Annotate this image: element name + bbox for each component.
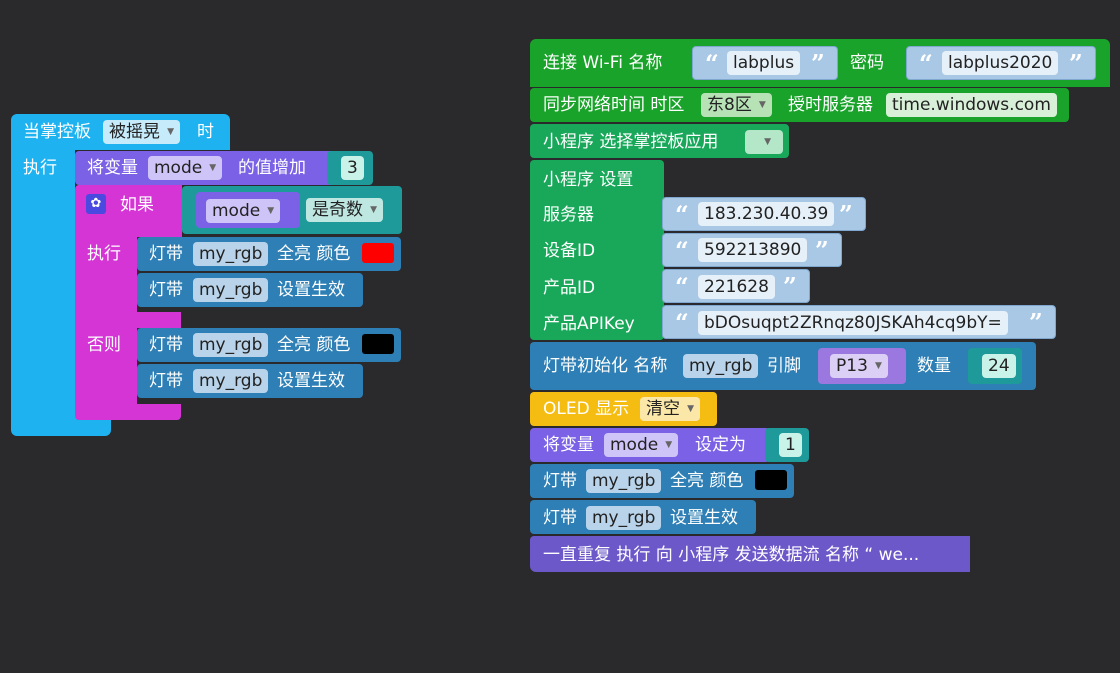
count-label: 数量 (917, 356, 951, 376)
change-var-prefix: 将变量 (87, 158, 138, 178)
led-name-field[interactable]: my_rgb (193, 369, 269, 393)
led-suffix: 全亮 颜色 (277, 244, 351, 264)
ntp-prefix: 同步网络时间 时区 (543, 95, 685, 115)
led-show-suffix: 设置生效 (670, 508, 738, 528)
if-else-foot (75, 404, 181, 420)
product-id-label: 产品ID (543, 278, 596, 298)
chevron-down-icon: ▼ (370, 205, 377, 215)
close-quote-icon: ” (811, 49, 825, 78)
chevron-down-icon: ▼ (167, 127, 174, 137)
ntp-server-label: 授时服务器 (788, 95, 873, 115)
led-show-suffix: 设置生效 (277, 371, 345, 391)
color-swatch[interactable] (362, 334, 394, 354)
oled-prefix: OLED 显示 (543, 399, 630, 419)
chevron-down-icon: ▼ (764, 137, 771, 147)
if-label: 如果 (120, 195, 154, 215)
device-id-label: 设备ID (543, 241, 596, 261)
chevron-down-icon: ▼ (687, 404, 694, 414)
open-quote-icon: “ (675, 272, 689, 301)
pin-dropdown[interactable]: P13 ▼ (830, 354, 888, 378)
open-quote-icon: “ (919, 49, 933, 78)
led-prefix: 灯带 (543, 471, 577, 491)
color-swatch[interactable] (362, 243, 394, 263)
event-prefix: 当掌控板 (23, 122, 91, 142)
timezone-dropdown[interactable]: 东8区 ▼ (701, 93, 772, 117)
else-label: 否则 (87, 335, 121, 355)
led-suffix: 全亮 颜色 (670, 471, 744, 491)
forever-loop-text: 一直重复 执行 向 小程序 发送数据流 名称 “ we... (543, 545, 920, 565)
condition-dropdown[interactable]: 是奇数 ▼ (306, 198, 383, 222)
change-var-suffix: 的值增加 (238, 158, 306, 178)
open-quote-icon: “ (705, 49, 719, 78)
apikey-field[interactable]: bDOsuqpt2ZRnqz80JSKAh4cq9bY= (698, 311, 1008, 335)
gear-icon[interactable]: ✿ (86, 194, 106, 214)
led-prefix: 灯带 (149, 244, 183, 264)
miniapp-app-dropdown[interactable]: ▼ (745, 130, 783, 154)
close-quote-icon: ” (1069, 49, 1083, 78)
product-id-field[interactable]: 221628 (698, 275, 775, 299)
open-quote-icon: “ (675, 236, 689, 265)
close-quote-icon: ” (815, 236, 829, 265)
condition-var-dropdown[interactable]: mode ▼ (206, 199, 281, 223)
led-prefix: 灯带 (543, 508, 577, 528)
led-name-field[interactable]: my_rgb (193, 278, 269, 302)
pin-label: 引脚 (767, 356, 801, 376)
led-init-name-field[interactable]: my_rgb (683, 354, 759, 378)
ssid-field[interactable]: labplus (727, 51, 801, 75)
password-field[interactable]: labplus2020 (942, 51, 1059, 75)
count-field[interactable]: 24 (982, 354, 1016, 378)
oled-option-dropdown[interactable]: 清空 ▼ (640, 397, 700, 421)
chevron-down-icon: ▼ (874, 361, 882, 371)
chevron-down-icon: ▼ (267, 206, 275, 216)
led-prefix: 灯带 (149, 371, 183, 391)
open-quote-icon: “ (675, 308, 689, 337)
chevron-down-icon: ▼ (209, 163, 217, 173)
close-quote-icon: ” (783, 272, 797, 301)
miniapp-settings-title: 小程序 设置 (543, 170, 634, 190)
change-var-dropdown[interactable]: mode ▼ (148, 156, 223, 180)
ntp-server-field[interactable]: time.windows.com (886, 93, 1057, 117)
led-prefix: 灯带 (149, 280, 183, 300)
led-prefix: 灯带 (149, 335, 183, 355)
led-init-prefix: 灯带初始化 名称 (543, 356, 668, 376)
server-label: 服务器 (543, 205, 594, 225)
event-option-dropdown[interactable]: 被摇晃 ▼ (103, 120, 180, 144)
led-show-suffix: 设置生效 (277, 280, 345, 300)
set-var-value-field[interactable]: 1 (779, 433, 802, 457)
event-block-body (11, 148, 75, 422)
miniapp-select-label: 小程序 选择掌控板应用 (543, 132, 719, 152)
event-suffix: 时 (197, 122, 214, 142)
led-suffix: 全亮 颜色 (277, 335, 351, 355)
color-swatch[interactable] (755, 470, 787, 490)
set-var-dropdown[interactable]: mode ▼ (604, 433, 679, 457)
led-name-field[interactable]: my_rgb (193, 333, 269, 357)
set-var-suffix: 设定为 (695, 435, 746, 455)
then-label: 执行 (87, 244, 121, 264)
led-name-field[interactable]: my_rgb (586, 506, 662, 530)
event-do-label: 执行 (23, 158, 57, 178)
apikey-label: 产品APIKey (543, 314, 635, 334)
device-id-field[interactable]: 592213890 (698, 238, 808, 262)
close-quote-icon: ” (839, 200, 853, 229)
led-name-field[interactable]: my_rgb (586, 469, 662, 493)
led-name-field[interactable]: my_rgb (193, 242, 269, 266)
password-label: 密码 (850, 53, 884, 73)
if-else-mid (75, 312, 181, 328)
chevron-down-icon: ▼ (665, 440, 673, 450)
set-var-prefix: 将变量 (543, 435, 594, 455)
wifi-prefix: 连接 Wi-Fi 名称 (543, 53, 663, 73)
open-quote-icon: “ (675, 200, 689, 229)
close-quote-icon: ” (1029, 308, 1043, 337)
server-field[interactable]: 183.230.40.39 (698, 202, 835, 226)
chevron-down-icon: ▼ (758, 100, 766, 110)
increment-value-field[interactable]: 3 (341, 156, 364, 180)
